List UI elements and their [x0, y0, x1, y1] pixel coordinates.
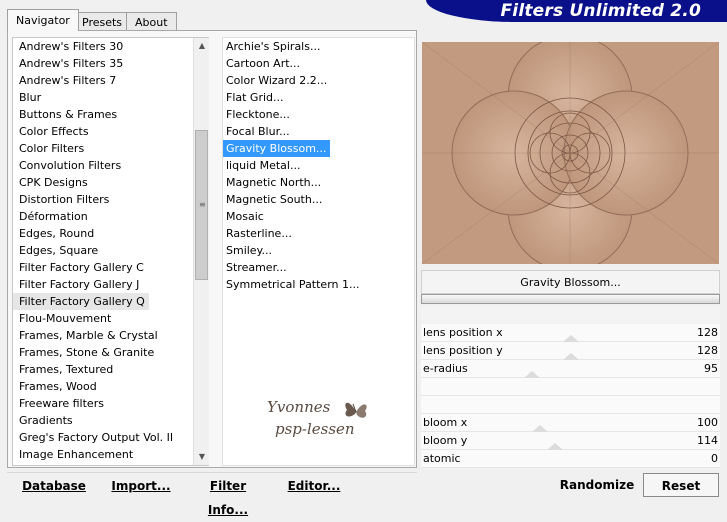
- param-value: 128: [697, 344, 718, 357]
- category-item[interactable]: Andrew's Filters 7: [13, 72, 193, 89]
- reset-button[interactable]: Reset: [643, 473, 719, 497]
- slider-thumb-icon[interactable]: [524, 371, 540, 378]
- category-item-selected[interactable]: Filter Factory Gallery Q: [13, 293, 149, 310]
- category-item[interactable]: Filter Factory Gallery C: [13, 259, 193, 276]
- scroll-up-icon[interactable]: ▲: [194, 38, 210, 54]
- slider-thumb-icon[interactable]: [547, 443, 563, 450]
- param-label: bloom y: [423, 434, 468, 447]
- database-button[interactable]: Database: [20, 474, 88, 498]
- category-item[interactable]: Edges, Round: [13, 225, 193, 242]
- param-value: 0: [711, 452, 718, 465]
- category-item[interactable]: Frames, Stone & Granite: [13, 344, 193, 361]
- category-item[interactable]: Gradients: [13, 412, 193, 429]
- import-label: Import...: [111, 479, 171, 493]
- filter-item[interactable]: Cartoon Art...: [223, 55, 413, 72]
- butterfly-icon: [345, 402, 367, 418]
- filter-item[interactable]: liquid Metal...: [223, 157, 413, 174]
- category-item[interactable]: Frames, Textured: [13, 361, 193, 378]
- filter-item[interactable]: Rasterline...: [223, 225, 413, 242]
- category-item[interactable]: Color Filters: [13, 140, 193, 157]
- editor-label: Editor...: [287, 479, 341, 493]
- category-scrollbar[interactable]: ▲ ≡ ▼: [193, 38, 209, 465]
- database-label: Database: [22, 479, 86, 493]
- param-e-radius[interactable]: e-radius 95: [421, 360, 720, 378]
- filter-items: Archie's Spirals... Cartoon Art... Color…: [223, 38, 413, 293]
- progress-bar: [421, 294, 720, 304]
- category-item[interactable]: Buttons & Frames: [13, 106, 193, 123]
- preview-image: [422, 42, 719, 264]
- editor-button[interactable]: Editor...: [286, 474, 342, 498]
- category-item[interactable]: Frames, Marble & Crystal: [13, 327, 193, 344]
- category-item[interactable]: Déformation: [13, 208, 193, 225]
- filter-name-button[interactable]: Gravity Blossom...: [421, 270, 720, 294]
- param-bloom-x[interactable]: bloom x 100: [421, 414, 720, 432]
- category-item[interactable]: Distortion Filters: [13, 191, 193, 208]
- param-lens-position-x[interactable]: lens position x 128: [421, 324, 720, 342]
- category-item[interactable]: Andrew's Filters 30: [13, 38, 193, 55]
- category-item[interactable]: Blur: [13, 89, 193, 106]
- param-label: lens position x: [423, 326, 503, 339]
- slider-thumb-icon[interactable]: [563, 353, 579, 360]
- filter-item[interactable]: Flecktone...: [223, 106, 413, 123]
- category-item[interactable]: Greg's Factory Output Vol. II: [13, 429, 193, 446]
- scroll-thumb[interactable]: ≡: [195, 130, 208, 280]
- slider-thumb-icon[interactable]: [532, 425, 548, 432]
- category-item[interactable]: Convolution Filters: [13, 157, 193, 174]
- param-label: lens position y: [423, 344, 503, 357]
- filter-item[interactable]: Color Wizard 2.2...: [223, 72, 413, 89]
- filter-item[interactable]: Magnetic South...: [223, 191, 413, 208]
- tab-presets[interactable]: Presets: [73, 12, 132, 31]
- filter-item-selected[interactable]: Gravity Blossom...: [223, 140, 331, 157]
- param-label: atomic: [423, 452, 461, 465]
- category-item[interactable]: Filter Factory Gallery J: [13, 276, 193, 293]
- filter-item[interactable]: Symmetrical Pattern 1...: [223, 276, 413, 293]
- param-lens-position-y[interactable]: lens position y 128: [421, 342, 720, 360]
- param-label: bloom x: [423, 416, 468, 429]
- category-item[interactable]: Frames, Wood: [13, 378, 193, 395]
- filter-item[interactable]: Focal Blur...: [223, 123, 413, 140]
- category-list[interactable]: Andrew's Filters 30 Andrew's Filters 35 …: [12, 37, 209, 466]
- import-button[interactable]: Import...: [110, 474, 172, 498]
- param-empty-2: [421, 396, 720, 414]
- param-label: e-radius: [423, 362, 468, 375]
- param-atomic[interactable]: atomic 0: [421, 450, 720, 468]
- filter-item[interactable]: Smiley...: [223, 242, 413, 259]
- watermark: Yvonnes psp-lessen: [263, 394, 383, 449]
- param-value: 95: [704, 362, 718, 375]
- category-item[interactable]: Andrew's Filters 35: [13, 55, 193, 72]
- param-empty-1: [421, 378, 720, 396]
- category-items: Andrew's Filters 30 Andrew's Filters 35 …: [13, 38, 193, 463]
- param-bloom-y[interactable]: bloom y 114: [421, 432, 720, 450]
- tab-navigator[interactable]: Navigator: [7, 9, 79, 31]
- app-title: Filters Unlimited 2.0: [500, 1, 701, 21]
- filter-item[interactable]: Magnetic North...: [223, 174, 413, 191]
- category-item[interactable]: Flou-Mouvement: [13, 310, 193, 327]
- filter-item[interactable]: Archie's Spirals...: [223, 38, 413, 55]
- slider-thumb-icon[interactable]: [563, 335, 579, 342]
- category-item[interactable]: Freeware filters: [13, 395, 193, 412]
- category-item[interactable]: Color Effects: [13, 123, 193, 140]
- filter-info-button[interactable]: Filter Info...: [188, 474, 268, 517]
- randomize-button[interactable]: Randomize: [556, 473, 638, 497]
- filter-item[interactable]: Flat Grid...: [223, 89, 413, 106]
- title-banner: Filters Unlimited 2.0: [426, 0, 727, 22]
- category-item[interactable]: Edges, Square: [13, 242, 193, 259]
- param-value: 128: [697, 326, 718, 339]
- filter-item[interactable]: Streamer...: [223, 259, 413, 276]
- grip-icon: ≡: [199, 200, 206, 209]
- tab-about[interactable]: About: [126, 12, 177, 31]
- scroll-down-icon[interactable]: ▼: [194, 449, 210, 465]
- filter-item[interactable]: Mosaic: [223, 208, 413, 225]
- filter-list[interactable]: Archie's Spirals... Cartoon Art... Color…: [222, 37, 415, 466]
- filter-preview: [422, 42, 719, 264]
- bottom-bar: Database Import... Filter Info... Editor…: [0, 470, 727, 517]
- filter-info-label: Filter Info...: [207, 479, 249, 517]
- category-item[interactable]: Image Enhancement: [13, 446, 193, 463]
- param-value: 114: [697, 434, 718, 447]
- watermark-line1: Yvonnes: [267, 398, 331, 416]
- param-value: 100: [697, 416, 718, 429]
- category-item[interactable]: CPK Designs: [13, 174, 193, 191]
